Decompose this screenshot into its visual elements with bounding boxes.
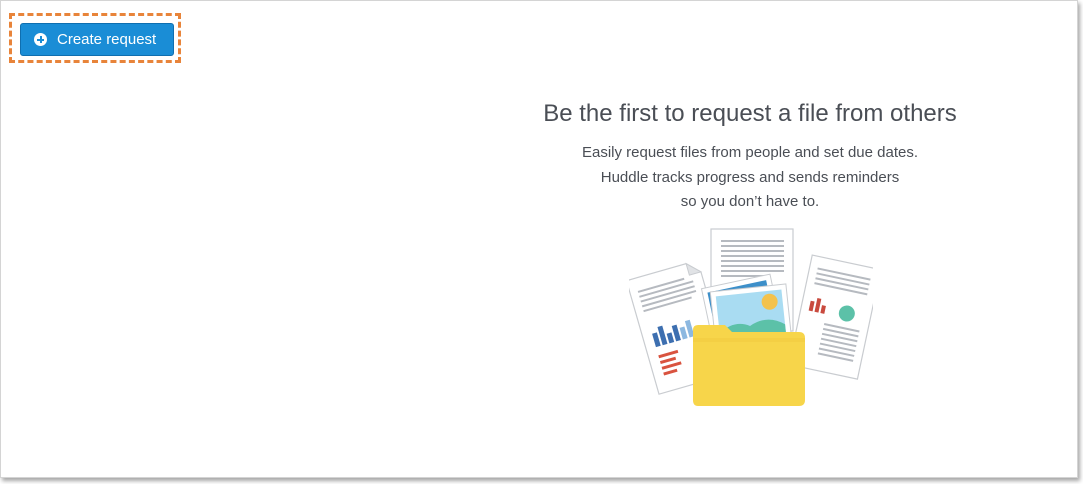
folder-icon xyxy=(693,325,805,406)
documents-folder-illustration xyxy=(629,228,873,406)
empty-state-line: Huddle tracks progress and sends reminde… xyxy=(600,168,900,186)
request-panel: Create request Be the first to request a… xyxy=(0,0,1078,478)
empty-state-line: so you don’t have to. xyxy=(680,193,820,210)
create-request-label: Create request xyxy=(57,31,157,48)
empty-state-line: Easily request files from people and set… xyxy=(581,144,919,161)
create-request-button[interactable]: Create request xyxy=(20,23,174,56)
plus-circle-icon xyxy=(34,33,47,46)
empty-state-title: Be the first to request a file from othe… xyxy=(543,100,957,127)
empty-state-description: Easily request files from people and set… xyxy=(500,141,1000,215)
